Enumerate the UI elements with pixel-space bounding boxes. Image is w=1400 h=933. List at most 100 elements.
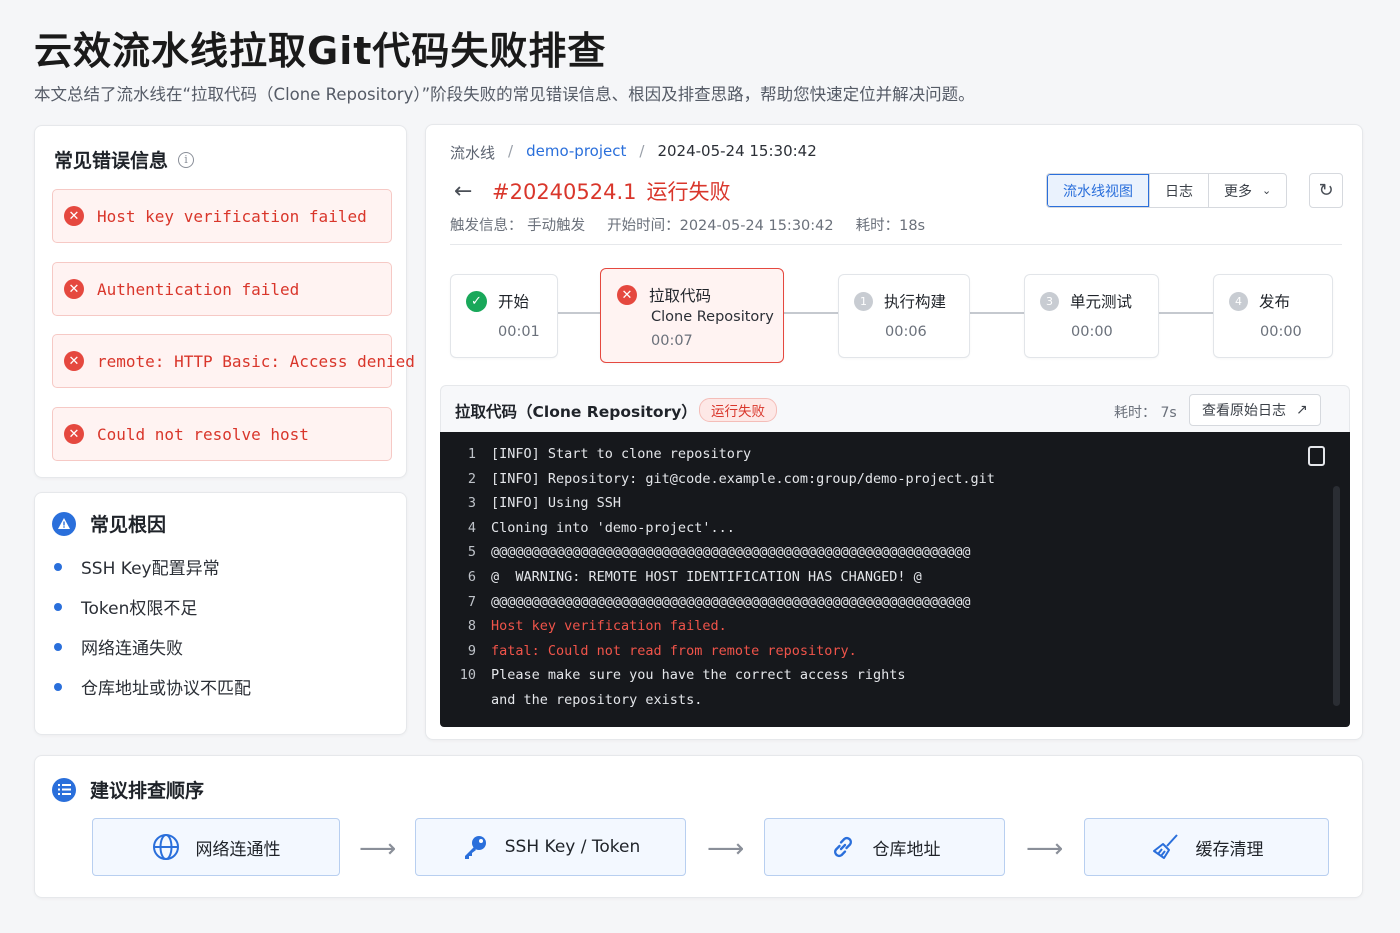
error-item[interactable]: ✕ Host key verification failed <box>52 189 392 243</box>
stage-clone[interactable]: ✕ 拉取代码 Clone Repository 00:07 <box>600 268 784 363</box>
arrow-right-icon: ⟶ <box>359 834 397 864</box>
stage-connector <box>969 312 1025 314</box>
step-number: 1 <box>854 291 873 311</box>
start-time: 开始时间：2024-05-24 15:30:42 <box>607 218 834 234</box>
run-duration: 耗时：18s <box>855 218 926 234</box>
error-item[interactable]: ✕ Could not resolve host <box>52 407 392 461</box>
cause-item: 仓库地址或协议不匹配 <box>54 674 251 699</box>
log-line-number: 5 <box>467 544 476 561</box>
breadcrumb-pipeline[interactable]: 流水线 <box>450 142 495 163</box>
bullet-dot <box>54 642 62 651</box>
log-line: 5 @@@@@@@@@@@@@@@@@@@@@@@@@@@@@@@@@@@@@@@… <box>440 544 971 560</box>
bullet-dot <box>54 682 62 691</box>
error-icon: ✕ <box>64 206 84 226</box>
log-line-text: @ WARNING: REMOTE HOST IDENTIFICATION HA… <box>491 569 922 585</box>
cause-item: 网络连通失败 <box>54 634 183 659</box>
globe-icon <box>152 834 179 860</box>
step-ssh-key-token[interactable]: SSH Key / Token <box>415 818 686 876</box>
run-title: #20240524.1 运行失败 <box>492 176 731 206</box>
list-icon <box>52 777 76 802</box>
common-errors-heading: 常见错误信息 i <box>54 146 195 173</box>
log-line: 9 fatal: Could not read from remote repos… <box>440 643 857 659</box>
log-line: 10 Please make sure you have the correct … <box>440 667 906 683</box>
scrollbar[interactable] <box>1333 486 1340 706</box>
broom-icon <box>1152 834 1178 859</box>
log-line-text: [INFO] Repository: git@code.example.com:… <box>491 470 995 487</box>
log-line-text: Cloning into 'demo-project'... <box>491 519 735 536</box>
check-icon: ✓ <box>466 290 487 312</box>
breadcrumb-project[interactable]: demo-project <box>526 142 626 163</box>
error-icon: ✕ <box>64 351 84 371</box>
tab-pipeline-view[interactable]: 流水线视图 <box>1047 174 1149 207</box>
log-line-number: 4 <box>467 519 476 536</box>
log-line: 1 [INFO] Start to clone repository <box>440 446 751 462</box>
error-icon: ✕ <box>64 424 84 444</box>
log-line: and the repository exists. <box>440 692 702 708</box>
log-line: 2 [INFO] Repository: git@code.example.com… <box>440 471 995 487</box>
page-description: 本文总结了流水线在“拉取代码（Clone Repository）”阶段失败的常见… <box>34 85 975 104</box>
log-line: 4 Cloning into 'demo-project'... <box>440 520 735 536</box>
log-line-number: 8 <box>467 618 476 635</box>
stage-publish[interactable]: 4 发布 00:00 <box>1213 274 1333 358</box>
run-status: 运行失败 <box>646 180 731 204</box>
log-line-text: [INFO] Using SSH <box>491 495 622 512</box>
more-dropdown[interactable]: 更多 ⌄ <box>1208 174 1286 207</box>
view-switcher: 流水线视图 日志 更多 ⌄ <box>1046 173 1288 208</box>
copy-icon[interactable] <box>1308 446 1325 466</box>
view-raw-log-button[interactable]: 查看原始日志 ↗ <box>1189 394 1321 426</box>
log-title: 拉取代码（Clone Repository） <box>455 403 697 421</box>
back-arrow-icon[interactable]: ← <box>454 179 472 204</box>
warning-icon <box>52 511 76 536</box>
breadcrumb: 流水线 / demo-project / 2024-05-24 15:30:42 <box>450 142 817 163</box>
log-line-number: 1 <box>467 446 476 462</box>
step-number: 3 <box>1040 291 1059 311</box>
log-line-text: [INFO] Start to clone repository <box>491 446 752 462</box>
run-meta: 触发信息： 手动触发 开始时间：2024-05-24 15:30:42 耗时：1… <box>450 214 925 235</box>
log-line-number: 7 <box>467 593 476 610</box>
cause-item: Token权限不足 <box>54 594 197 619</box>
stage-start[interactable]: ✓ 开始 00:01 <box>450 274 558 358</box>
run-id: #20240524.1 <box>492 180 637 204</box>
stage-unit-test[interactable]: 3 单元测试 00:00 <box>1024 274 1159 358</box>
log-header: 拉取代码（Clone Repository） 运行失败 耗时： 7s 查看原始日… <box>440 385 1350 433</box>
divider <box>450 244 1342 245</box>
log-line-text: and the repository exists. <box>491 692 703 708</box>
page-title: 云效流水线拉取Git代码失败排查 <box>34 29 607 73</box>
log-line: 8 Host key verification failed. <box>440 618 727 634</box>
log-line-text: fatal: Could not read from remote reposi… <box>491 642 857 659</box>
stage-build[interactable]: 1 执行构建 00:06 <box>838 274 970 358</box>
error-icon: ✕ <box>64 279 84 299</box>
log-line-number: 9 <box>467 642 476 659</box>
error-item[interactable]: ✕ remote: HTTP Basic: Access denied <box>52 334 415 388</box>
link-icon <box>833 836 852 858</box>
info-icon[interactable]: i <box>178 151 195 168</box>
bullet-dot <box>54 562 62 571</box>
tab-log[interactable]: 日志 <box>1149 174 1208 207</box>
log-line-number: 10 <box>459 667 476 684</box>
trigger-info: 触发信息： 手动触发 <box>450 218 586 234</box>
log-duration: 耗时： 7s <box>1114 405 1177 421</box>
step-network[interactable]: 网络连通性 <box>92 818 340 876</box>
error-item[interactable]: ✕ Authentication failed <box>52 262 392 316</box>
arrow-right-icon: ⟶ <box>707 834 745 864</box>
step-cache-clean[interactable]: 缓存清理 <box>1084 818 1329 876</box>
log-line-number <box>440 692 476 708</box>
log-line-number: 3 <box>467 495 476 512</box>
chevron-down-icon: ⌄ <box>1262 184 1272 197</box>
status-badge: 运行失败 <box>699 398 777 422</box>
log-console[interactable]: 1 [INFO] Start to clone repository 2 [INFO]… <box>440 432 1350 727</box>
breadcrumb-run: 2024-05-24 15:30:42 <box>657 142 817 160</box>
log-line-text: Please make sure you have the correct ac… <box>491 667 906 684</box>
stage-connector <box>1158 312 1214 314</box>
bullet-dot <box>54 602 62 611</box>
pipeline-run-card: 流水线 / demo-project / 2024-05-24 15:30:42… <box>425 124 1363 740</box>
cause-item: SSH Key配置异常 <box>54 554 220 579</box>
log-line-number: 2 <box>467 470 476 487</box>
log-line-text: @@@@@@@@@@@@@@@@@@@@@@@@@@@@@@@@@@@@@@@@… <box>491 593 971 610</box>
refresh-button[interactable]: ↻ <box>1309 173 1343 208</box>
log-line: 3 [INFO] Using SSH <box>440 495 621 511</box>
step-repo-url[interactable]: 仓库地址 <box>764 818 1005 876</box>
log-line-text: Host key verification failed. <box>491 618 727 635</box>
refresh-icon: ↻ <box>1318 180 1334 201</box>
error-icon: ✕ <box>617 285 637 305</box>
